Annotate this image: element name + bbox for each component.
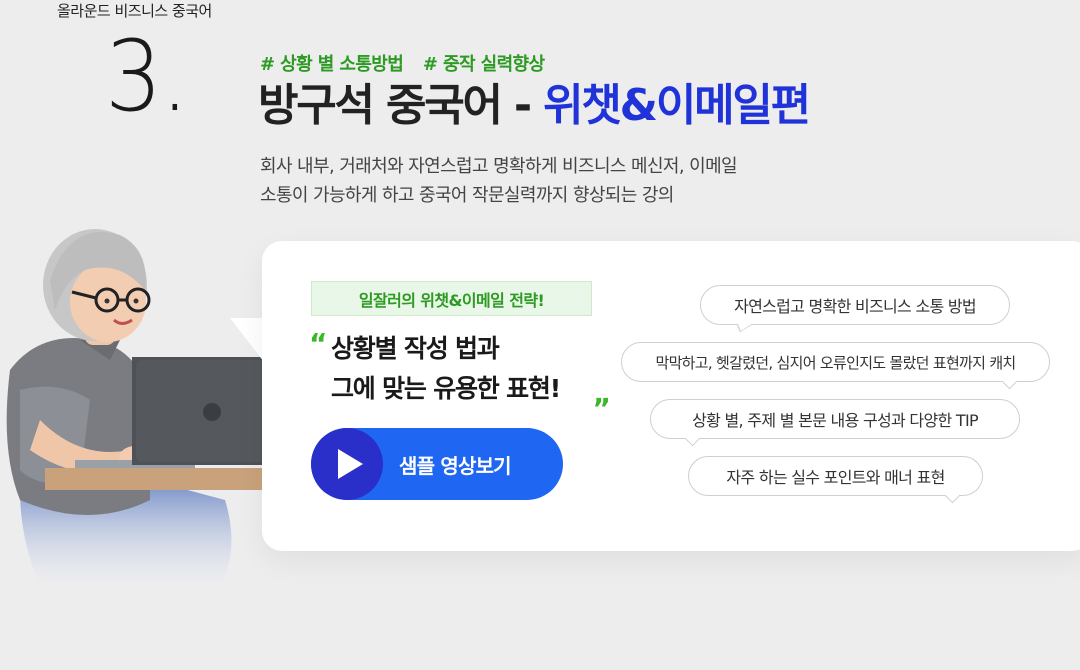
quote-close-mark: „: [593, 377, 612, 410]
feature-bubble-3: 상황 별, 주제 별 본문 내용 구성과 다양한 TIP: [650, 399, 1020, 439]
feature-bubble-1: 자연스럽고 명확한 비즈니스 소통 방법: [700, 285, 1010, 325]
play-icon: [311, 428, 383, 500]
tag-writing: # 중작 실력향상: [422, 54, 545, 75]
page: 올라운드 비즈니스 중국어 3. # 상황 별 소통방법 # 중작 실력향상 방…: [0, 0, 1080, 670]
quote-line-1: 상황별 작성 법과: [331, 334, 500, 363]
feature-bubble-4: 자주 하는 실수 포인트와 매너 표현: [688, 456, 983, 496]
description: 회사 내부, 거래처와 자연스럽고 명확하게 비즈니스 메신저, 이메일 소통이…: [260, 152, 820, 210]
feature-bubble-2: 막막하고, 헷갈렸던, 심지어 오류인지도 몰랐던 표현까지 캐치: [621, 342, 1050, 382]
strategy-badge: 일잘러의 위챗&이메일 전략!: [311, 281, 592, 316]
description-line-2: 소통이 가능하게 하고 중국어 작문실력까지 향상되는 강의: [260, 185, 674, 206]
top-label: 올라운드 비즈니스 중국어: [57, 2, 212, 20]
quote-open-mark: “: [309, 327, 328, 360]
title-main: 방구석 중국어 -: [258, 80, 544, 131]
section-number: 3.: [105, 20, 189, 134]
sample-video-label: 샘플 영상보기: [399, 453, 512, 478]
title-accent: 위챗&이메일편: [543, 80, 811, 131]
tag-list: # 상황 별 소통방법 # 중작 실력향상: [260, 50, 545, 76]
page-title: 방구석 중국어 - 위챗&이메일편: [258, 80, 811, 133]
card-tail: [230, 318, 264, 362]
quote-line-2: 그에 맞는 유용한 표현!: [331, 374, 561, 403]
tag-situation: # 상황 별 소통방법: [260, 54, 404, 75]
description-line-1: 회사 내부, 거래처와 자연스럽고 명확하게 비즈니스 메신저, 이메일: [260, 156, 738, 177]
sample-video-button[interactable]: 샘플 영상보기: [311, 428, 563, 500]
person-with-laptop-illustration: [6, 229, 270, 585]
